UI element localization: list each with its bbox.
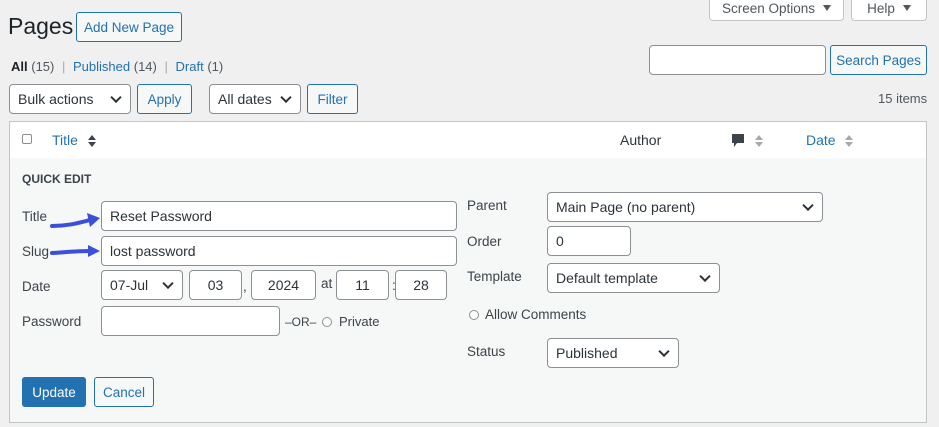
template-select[interactable]: Default template [547,263,720,293]
separator: | [164,59,168,74]
sort-icon [754,135,763,148]
caret-down-icon [823,5,832,11]
caret-down-icon [902,5,911,11]
cancel-button[interactable]: Cancel [94,377,154,407]
column-date-sort[interactable]: Date [806,132,854,148]
items-count: 15 items [878,91,928,106]
allow-comments-checkbox[interactable] [469,310,479,320]
column-author: Author [620,132,662,148]
status-select[interactable]: Published [547,338,679,368]
filter-all[interactable]: All [11,59,31,74]
order-label: Order [467,234,502,249]
page-title: Pages [8,13,74,39]
help-button[interactable]: Help [851,0,927,21]
arrow-right-icon [50,213,100,228]
dates-value: All dates [218,91,272,107]
password-label: Password [22,314,82,329]
chevron-down-icon [280,91,292,104]
year-field[interactable]: 2024 [251,270,316,300]
bulk-actions-value: Bulk actions [18,91,94,107]
or-label: –OR– [285,315,317,329]
minute-field[interactable]: 28 [395,270,447,300]
separator: | [62,59,66,74]
chevron-down-icon [162,277,174,290]
column-date-label: Date [806,132,836,148]
parent-label: Parent [467,198,507,213]
slug-field[interactable]: lost password [101,236,457,266]
date-comma: , [243,279,247,294]
title-field[interactable]: Reset Password [101,201,457,231]
allow-comments-label: Allow Comments [485,307,587,322]
private-label: Private [339,314,380,329]
filter-published-count: (14) [133,59,157,74]
private-checkbox[interactable] [322,317,332,327]
column-title-sort[interactable]: Title [52,132,96,148]
filter-published[interactable]: Published [73,59,130,74]
template-label: Template [467,269,522,284]
screen-options-button[interactable]: Screen Options [709,0,844,21]
screen-options-label: Screen Options [721,0,816,16]
help-label: Help [867,0,895,16]
search-pages-button[interactable]: Search Pages [830,45,927,75]
sort-icon [845,135,854,148]
sort-icon [87,135,96,148]
quick-edit-heading: QUICK EDIT [22,172,92,186]
title-label: Title [22,209,48,224]
template-value: Default template [556,270,658,286]
date-label: Date [22,279,51,294]
add-new-page-button[interactable]: Add New Page [76,12,182,42]
status-label: Status [467,344,506,359]
hour-field[interactable]: 11 [336,270,389,300]
filter-button[interactable]: Filter [307,84,358,114]
bulk-actions-select[interactable]: Bulk actions [9,84,131,114]
order-field[interactable]: 0 [547,226,631,256]
status-value: Published [556,345,618,361]
table-header: Title Author Date [9,121,927,159]
chevron-down-icon [110,91,122,104]
chevron-down-icon [699,270,711,283]
parent-select[interactable]: Main Page (no parent) [547,192,823,222]
filter-draft-count: (1) [207,59,224,74]
filter-draft[interactable]: Draft [176,59,204,74]
arrow-right-icon [50,245,100,257]
chevron-down-icon [802,199,814,212]
select-all-checkbox[interactable] [22,134,32,144]
filter-all-label: All [11,59,28,74]
slug-label: Slug [22,244,50,259]
at-label: at [321,276,333,291]
comment-bubble-icon [732,134,744,148]
month-value: 07-Jul [110,277,149,293]
month-select[interactable]: 07-Jul [101,270,183,300]
password-field[interactable] [101,306,280,336]
search-input[interactable] [649,45,826,75]
update-button[interactable]: Update [22,377,86,407]
column-title-label: Title [52,132,78,148]
chevron-down-icon [658,345,670,358]
filter-all-count: (15) [31,59,55,74]
column-comments-sort[interactable] [731,132,763,149]
dates-select[interactable]: All dates [209,84,301,114]
apply-button[interactable]: Apply [137,84,192,114]
status-filters: All (15) | Published (14) | Draft (1) [11,59,223,74]
day-field[interactable]: 03 [189,270,242,300]
parent-value: Main Page (no parent) [556,199,696,215]
